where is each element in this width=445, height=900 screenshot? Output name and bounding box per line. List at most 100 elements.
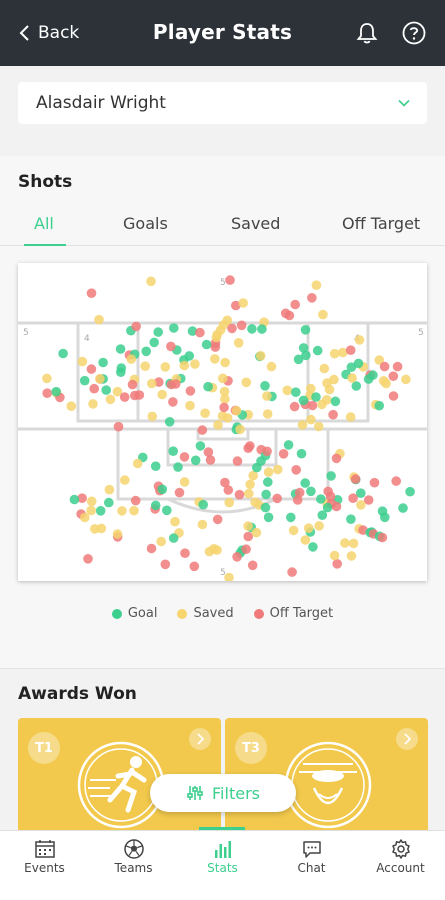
shot-marker [164,417,175,427]
shot-marker [90,524,100,534]
shot-marker [233,338,244,348]
legend-off-target: Off Target [253,606,333,621]
shot-marker [286,512,296,523]
nav-label-chat: Chat [297,861,326,875]
shot-marker [232,456,243,466]
filters-button[interactable]: Filters [150,774,296,812]
shot-marker [363,374,374,384]
shot-marker [306,383,316,394]
shot-marker [398,503,408,513]
shot-marker [130,390,140,401]
shot-marker [147,378,157,389]
chevron-down-icon [398,99,410,107]
nav-label-teams: Teams [114,861,153,875]
shot-marker [219,402,229,413]
shot-marker [180,548,190,558]
shot-marker [170,379,181,389]
shot-map: 5 5 5 4 4 5 [18,263,427,581]
shot-marker [311,392,321,402]
award-next-button[interactable] [396,728,418,750]
shot-marker [263,467,274,477]
shot-marker [98,357,108,368]
nav-item-account[interactable]: Account [356,831,445,900]
tab-saved[interactable]: Saved [231,214,280,233]
shot-marker [260,502,271,513]
shots-heading: Shots [18,172,73,192]
saved-swatch [177,608,188,619]
player-dropdown[interactable]: Alasdair Wright [18,82,427,124]
nav-item-chat[interactable]: Chat [267,831,356,900]
shot-marker [401,374,411,385]
gear-icon [392,839,410,859]
shot-marker [185,400,195,411]
shot-marker [284,310,295,321]
shot-marker [157,389,167,400]
shot-marker [243,521,253,531]
tab-goals[interactable]: Goals [123,214,168,233]
shot-marker [312,345,323,356]
legend-label-saved: Saved [193,606,234,621]
nav-item-teams[interactable]: Teams [89,831,178,900]
shot-marker [227,323,237,334]
shot-marker [322,395,332,405]
shot-marker [369,477,380,488]
shot-marker [66,401,77,411]
shot-marker [323,486,333,497]
shot-marker [217,411,228,421]
player-name: Alasdair Wright [36,93,166,113]
goal-swatch [111,608,122,619]
shot-marker [234,489,245,500]
shot-marker [306,414,316,425]
shot-marker [126,354,137,364]
shot-marker [314,521,324,531]
shot-marker [247,324,257,334]
shot-marker [244,488,254,499]
shot-marker [392,361,403,372]
shot-marker [291,387,301,397]
bell-icon[interactable] [354,20,380,46]
shot-marker [77,356,88,367]
shot-marker [149,337,159,348]
shot-marker [166,341,176,352]
nav-label-events: Events [24,861,65,875]
shot-marker [273,464,283,475]
shot-marker [300,478,311,488]
shot-marker [377,532,388,543]
shot-marker [232,552,242,562]
shot-map-svg: 5 5 5 4 4 5 [18,275,427,581]
shot-marker [222,315,233,326]
shot-marker [317,510,328,520]
help-icon[interactable] [401,20,427,46]
shot-marker [129,505,139,516]
award-next-button[interactable] [189,728,211,750]
shot-marker [117,506,127,516]
shot-marker [147,411,158,422]
shot-marker [146,543,157,554]
shot-marker [313,421,324,432]
tab-off-target[interactable]: Off Target [342,214,420,233]
shot-marker [101,385,111,395]
shot-marker [140,361,150,371]
top-bar: Back Player Stats [0,0,445,66]
shot-marker [119,392,130,402]
shot-marker [150,500,161,511]
legend-label-goal: Goal [127,606,158,621]
shot-marker [345,345,356,355]
shot-marker [212,514,223,525]
shot-marker [346,551,357,561]
shot-marker [169,323,179,333]
goalkeeper-emblem-icon [284,741,372,829]
nav-item-events[interactable]: Events [0,831,89,900]
shot-marker [347,373,357,383]
tab-all[interactable]: All [34,214,54,233]
shot-marker [225,275,235,285]
shot-marker [210,354,220,364]
app-root: Back Player Stats Alasdair Wright Shots … [0,0,445,900]
nav-item-stats[interactable]: Stats [178,831,267,900]
shot-marker [263,477,273,487]
shot-marker [162,505,172,516]
chevron-right-icon [197,733,205,745]
shot-marker [329,348,340,359]
shot-marker [331,501,342,512]
shot-marker [290,299,301,310]
